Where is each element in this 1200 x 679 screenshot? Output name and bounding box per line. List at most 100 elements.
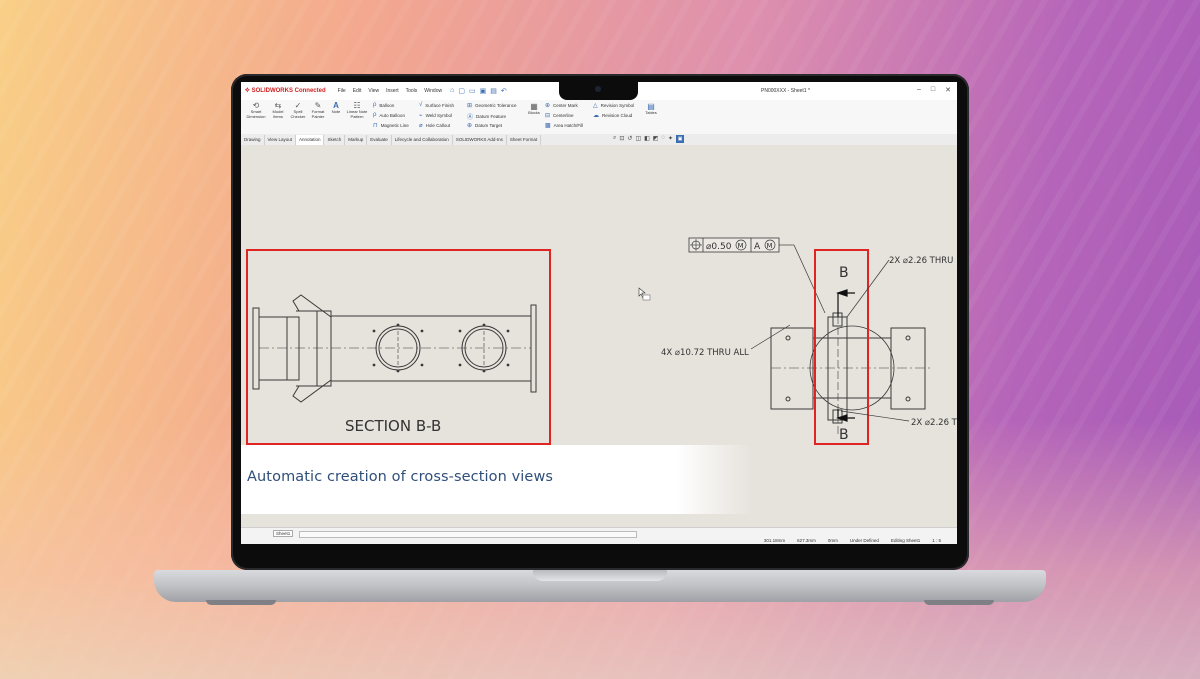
model-items-button[interactable]: ⇆ Model Items [269, 101, 287, 119]
balloon-button[interactable]: ρ Balloon [373, 102, 394, 108]
hole-callout-button[interactable]: ⌀ Hole Callout [419, 122, 450, 129]
tables-label: Tables [645, 110, 657, 115]
geometric-tolerance-button[interactable]: ⊞ Geometric Tolerance [467, 102, 516, 109]
centerline-label: Centerline [553, 113, 574, 118]
revision-symbol-button[interactable]: △ Revision Symbol [593, 102, 634, 109]
format-painter-label: Format Painter [311, 109, 325, 119]
previous-view-icon[interactable]: ↺ [627, 135, 632, 143]
tables-button[interactable]: ▤ Tables [643, 102, 659, 116]
weld-symbol-button[interactable]: ⌁ Weld Symbol [419, 112, 452, 119]
auto-balloon-button[interactable]: ρ Auto Balloon [373, 112, 405, 118]
menu-file[interactable]: File [338, 88, 346, 94]
sheet-tab[interactable]: Sheet1 [273, 530, 294, 537]
tab-addins[interactable]: SOLIDWORKS Add-Ins [453, 134, 507, 145]
note-button[interactable]: A Note [329, 101, 343, 115]
tab-drawing[interactable]: Drawing [241, 134, 265, 145]
linear-note-pattern-label: Linear Note Pattern [346, 109, 368, 119]
section-view-highlight [246, 249, 551, 445]
app-logo: ⟡ SOLIDWORKS Connected [245, 87, 326, 95]
print-icon[interactable]: ▤ [490, 87, 497, 95]
spell-checker-label: Spell Checker [290, 109, 306, 119]
surface-finish-button[interactable]: √ Surface Finish [419, 102, 454, 108]
callout-top[interactable]: 2X ⌀2.26 THRU [889, 256, 953, 266]
blocks-label: Blocks [528, 110, 540, 115]
geometric-tolerance-frame[interactable]: ⌀0.50 M A M [688, 237, 826, 314]
section-label: SECTION B-B [345, 417, 441, 435]
area-hatch-label: Area Hatch/Fill [553, 123, 584, 128]
new-icon[interactable]: ▢ [458, 87, 465, 95]
callout-left[interactable]: 4X ⌀10.72 THRU ALL [661, 348, 749, 358]
center-mark-icon: ⊕ [545, 103, 551, 109]
revision-cloud-label: Revision Cloud [602, 113, 633, 118]
menu-window[interactable]: Window [424, 88, 442, 94]
mouse-cursor-icon [638, 287, 651, 301]
tab-sheet-format[interactable]: Sheet Format [507, 134, 542, 145]
laptop-notch [559, 79, 638, 100]
minimize-icon[interactable]: – [917, 86, 921, 94]
laptop-opening-lip [533, 570, 667, 581]
revision-cloud-button[interactable]: ☁ Revision Cloud [593, 112, 632, 119]
datum-target-label: Datum Target [475, 123, 502, 128]
zoom-area-icon[interactable]: ⊡ [619, 135, 624, 143]
magnetic-line-button[interactable]: ⊓ Magnetic Line [373, 122, 409, 129]
centerline-icon: ⊟ [545, 113, 551, 119]
smart-dimension-button[interactable]: ⟲ Smart Dimension [245, 101, 267, 119]
magnetic-line-icon: ⊓ [373, 123, 378, 129]
datum-feature-button[interactable]: Ⓐ Datum Feature [467, 112, 506, 121]
gtol-value: ⌀0.50 [706, 242, 732, 252]
horizontal-scrollbar[interactable] [299, 531, 637, 538]
home-icon[interactable]: ⌂ [450, 87, 454, 95]
undo-icon[interactable]: ↶ [501, 87, 507, 95]
status-editing: Editing Sheet1 [890, 538, 921, 543]
spell-checker-button[interactable]: ✓ Spell Checker [289, 101, 307, 119]
zoom-fit-icon[interactable]: ⌕ [613, 135, 616, 143]
magnetic-line-label: Magnetic Line [380, 123, 409, 128]
auto-balloon-icon: ρ [373, 112, 377, 118]
linear-note-pattern-button[interactable]: ☷ Linear Note Pattern [345, 101, 369, 119]
smart-dimension-label: Smart Dimension [246, 109, 266, 119]
tab-annotation[interactable]: Annotation [295, 134, 325, 145]
menu-view[interactable]: View [368, 88, 379, 94]
close-icon[interactable]: ✕ [945, 86, 951, 94]
laptop-foot-right [924, 600, 994, 605]
maximize-icon[interactable]: □ [931, 86, 935, 94]
monitor-icon[interactable]: ▣ [676, 135, 685, 143]
area-hatch-button[interactable]: ▩ Area Hatch/Fill [545, 122, 583, 129]
view-orientation-icon[interactable]: ◧ [644, 135, 650, 143]
document-title: PN000XXX - Sheet1 * [761, 88, 810, 94]
hole-callout-label: Hole Callout [425, 123, 451, 128]
hide-show-icon[interactable]: ◌ [661, 135, 665, 143]
geometric-tolerance-icon: ⊞ [467, 103, 473, 109]
menu-insert[interactable]: Insert [386, 88, 399, 94]
blocks-button[interactable]: ▦ Blocks [526, 102, 542, 116]
callout-bottom[interactable]: 2X ⌀2.26 T [911, 418, 957, 428]
status-z: 0mm [827, 538, 838, 543]
section-view-geometry [252, 294, 537, 403]
weld-symbol-icon: ⌁ [419, 113, 423, 119]
center-mark-button[interactable]: ⊕ Center Mark [545, 102, 578, 109]
balloon-icon: ρ [373, 102, 377, 108]
open-icon[interactable]: ▭ [469, 87, 476, 95]
section-view-icon[interactable]: ◫ [635, 135, 641, 143]
format-painter-button[interactable]: ✎ Format Painter [309, 101, 327, 119]
tab-markup[interactable]: Markup [345, 134, 368, 145]
geometric-tolerance-label: Geometric Tolerance [475, 103, 517, 108]
appearance-icon[interactable]: ✦ [668, 135, 673, 143]
datum-target-button[interactable]: ⊕ Datum Target [467, 122, 502, 129]
menu-edit[interactable]: Edit [353, 88, 362, 94]
menu-bar: File Edit View Insert Tools Window [338, 88, 442, 94]
save-icon[interactable]: ▣ [480, 87, 487, 95]
window-controls: – □ ✕ [917, 86, 951, 94]
tab-evaluate[interactable]: Evaluate [367, 134, 392, 145]
menu-tools[interactable]: Tools [406, 88, 418, 94]
camera-icon [595, 86, 601, 92]
display-style-icon[interactable]: ◩ [653, 135, 659, 143]
tab-lifecycle[interactable]: Lifecycle and Collaboration [392, 134, 453, 145]
section-letter-top: B [839, 265, 849, 281]
tab-sketch[interactable]: Sketch [324, 134, 346, 145]
tab-view-layout[interactable]: View Layout [265, 134, 296, 145]
callout-bottom-leader [840, 410, 910, 422]
auto-balloon-label: Auto Balloon [379, 112, 405, 118]
centerline-button[interactable]: ⊟ Centerline [545, 112, 574, 119]
app-logo-text: SOLIDWORKS Connected [251, 88, 326, 94]
